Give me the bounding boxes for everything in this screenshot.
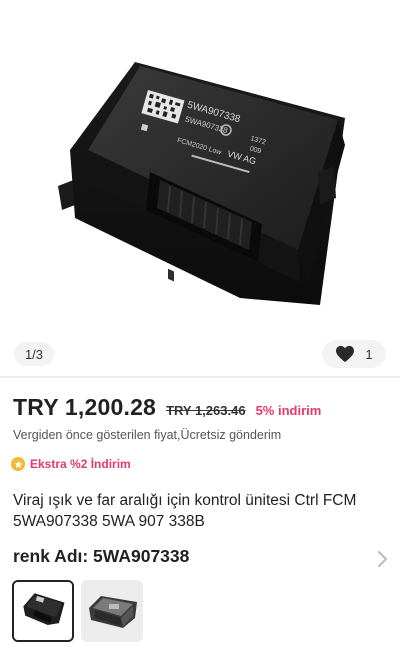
promo-text: Ekstra %2 İndirim xyxy=(30,457,131,471)
variant-thumbnail-selected[interactable] xyxy=(12,580,74,642)
promo-badge[interactable]: Ekstra %2 İndirim xyxy=(11,457,131,471)
section-divider xyxy=(0,376,400,378)
chevron-right-icon[interactable] xyxy=(376,550,388,568)
old-price: TRY 1,263.46 xyxy=(166,403,246,418)
price-row: TRY 1,200.28 TRY 1,263.46 5% indirim xyxy=(13,394,321,421)
variant-thumbnail[interactable] xyxy=(81,580,143,642)
image-gallery[interactable]: 5WA907338 5WA907338 1372 009 VW AG FCM20… xyxy=(0,0,400,372)
page-indicator: 1/3 xyxy=(14,342,54,366)
variant-selector-label[interactable]: renk Adı: 5WA907338 xyxy=(13,546,189,567)
current-price: TRY 1,200.28 xyxy=(13,394,157,420)
discount-label: 5% indirim xyxy=(255,403,322,418)
price-note: Vergiden önce gösterilen fiyat,Ücretsiz … xyxy=(13,428,282,442)
product-title: Viraj ışık ve far aralığı için kontrol ü… xyxy=(13,492,357,530)
like-count: 1 xyxy=(365,346,373,362)
heart-icon xyxy=(335,345,355,363)
star-icon xyxy=(11,457,25,471)
favorite-button[interactable]: 1 xyxy=(322,340,386,368)
product-image[interactable]: 5WA907338 5WA907338 1372 009 VW AG FCM20… xyxy=(0,0,400,335)
